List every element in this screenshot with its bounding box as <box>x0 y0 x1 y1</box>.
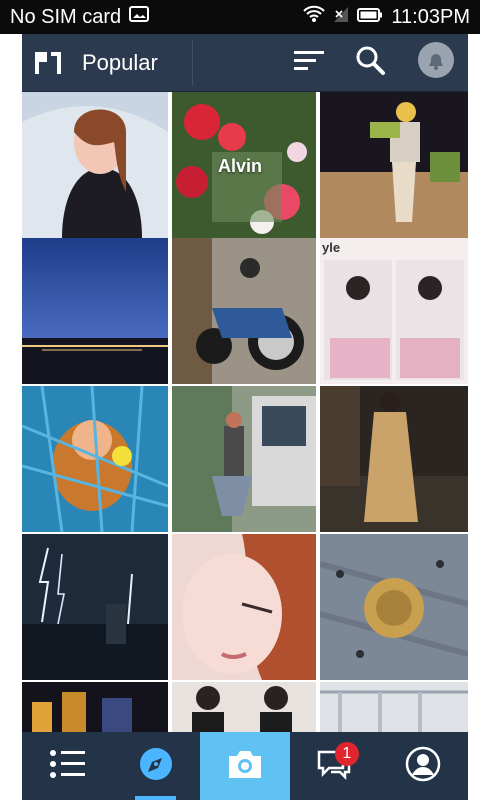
photo-tile-motorcycle[interactable] <box>172 238 316 384</box>
wifi-icon <box>303 5 326 29</box>
status-right: 11:03PM <box>303 5 470 29</box>
compass-icon <box>138 746 174 787</box>
photo-tile-monkey[interactable] <box>22 386 168 532</box>
messages-badge: 1 <box>334 742 359 766</box>
photo-tile-bus-girl[interactable] <box>172 386 316 532</box>
search-icon[interactable] <box>354 44 386 81</box>
tab-messages[interactable]: 1 <box>290 732 379 800</box>
carrier-text: No SIM card <box>10 5 122 28</box>
photo-tile-city-sunset[interactable] <box>22 238 168 384</box>
profile-notification-icon[interactable] <box>416 40 456 85</box>
photo-tile-night-city[interactable] <box>22 682 168 732</box>
page-title: Popular <box>82 49 158 75</box>
photo-tile-two-girls[interactable] <box>172 682 316 732</box>
status-bar: No SIM card 11:03PM <box>0 0 480 34</box>
list-icon <box>49 749 85 784</box>
tab-explore[interactable] <box>111 732 200 800</box>
photo-tile-night-dress[interactable] <box>320 386 468 532</box>
tab-feed-list[interactable] <box>22 732 111 800</box>
photo-caption-yle: yle <box>322 240 341 255</box>
image-notification-icon <box>129 5 150 29</box>
photo-tile-closeup-face[interactable] <box>172 534 316 680</box>
photo-tile-girl-umbrella[interactable] <box>22 92 168 238</box>
clock-text: 11:03PM <box>391 5 470 28</box>
bottom-tab-bar: 1 <box>22 732 468 800</box>
photo-tile-denim-badge[interactable] <box>320 534 468 680</box>
user-icon <box>405 746 441 787</box>
photo-grid: Alvin yle <box>22 92 468 732</box>
battery-icon <box>357 6 383 29</box>
status-left: No SIM card <box>10 5 150 29</box>
photo-tile-flowers[interactable]: Alvin <box>172 92 316 238</box>
photo-tile-lightning[interactable] <box>22 534 168 680</box>
photo-tile-night-square[interactable] <box>320 92 468 238</box>
camera-icon <box>225 748 265 785</box>
photo-tile-sketch-girl[interactable]: yle <box>320 238 468 384</box>
sort-icon[interactable] <box>294 49 324 76</box>
header-actions <box>294 40 468 85</box>
app-logo-icon[interactable] <box>22 34 74 92</box>
tab-camera[interactable] <box>200 732 290 800</box>
tab-profile[interactable] <box>379 732 468 800</box>
header-divider <box>192 40 193 86</box>
no-signal-icon <box>333 5 349 29</box>
photo-tile-building[interactable] <box>320 682 468 732</box>
app-header: Popular <box>22 34 468 92</box>
photo-caption-alvin: Alvin <box>218 156 263 176</box>
